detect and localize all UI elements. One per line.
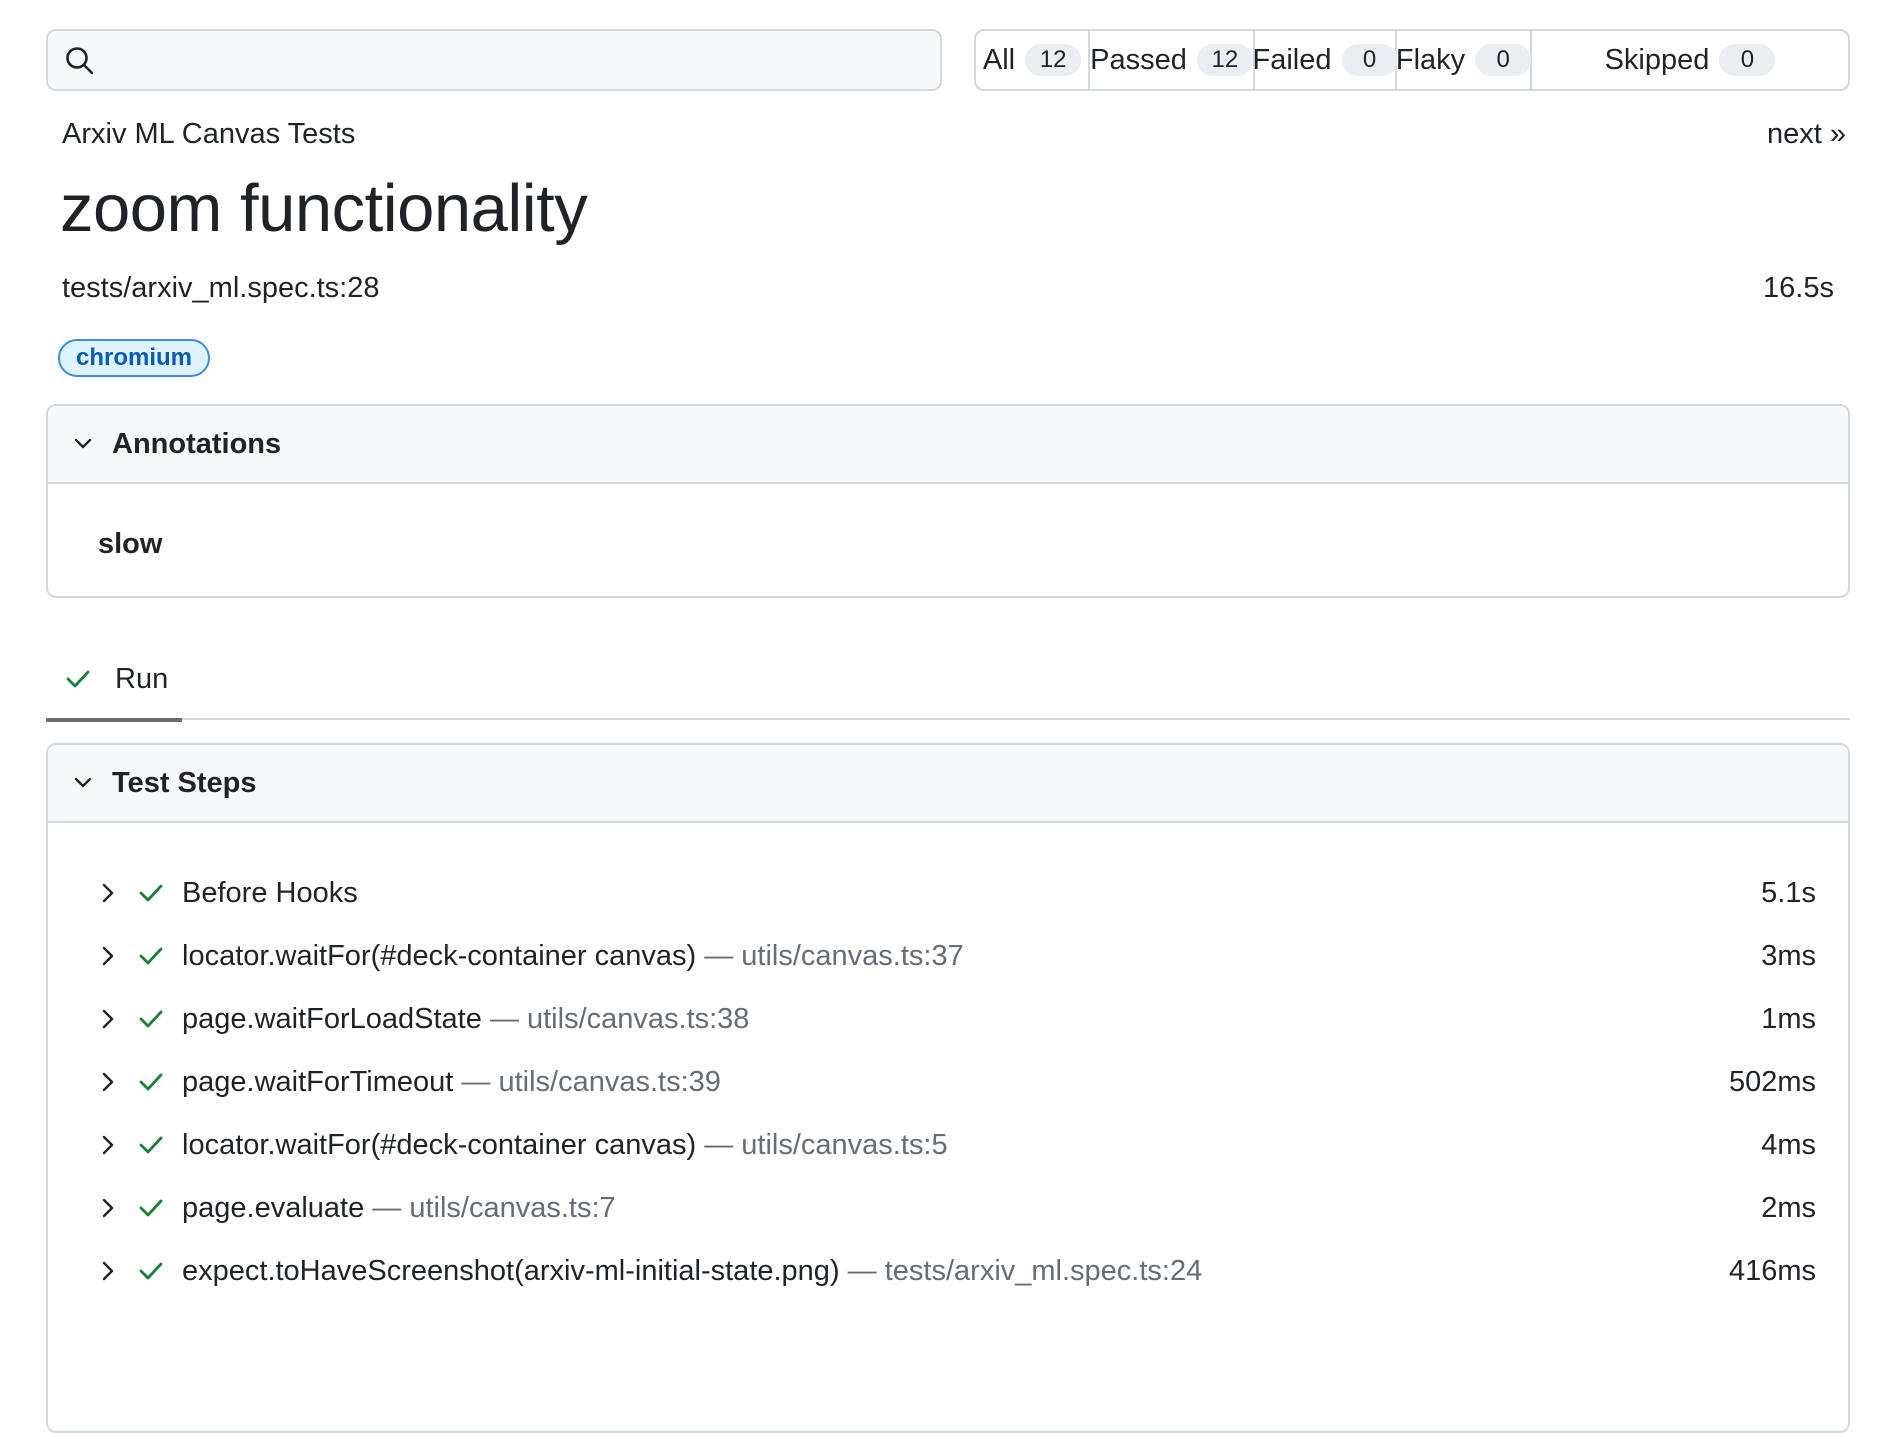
- check-icon: [139, 1262, 163, 1280]
- annotations-panel: Annotations slow: [46, 404, 1850, 598]
- search-icon: [66, 47, 94, 75]
- step-text: Before Hooks: [182, 877, 358, 910]
- step-duration: 5.1s: [1761, 876, 1816, 909]
- step-duration: 416ms: [1728, 1254, 1816, 1287]
- test-step-row[interactable]: expect.toHaveScreenshot(arxiv-ml-initial…: [48, 1241, 1848, 1301]
- check-icon: [139, 884, 163, 902]
- test-location: tests/arxiv_ml.spec.ts:28: [62, 272, 380, 304]
- check-icon: [139, 947, 163, 965]
- test-steps-header[interactable]: Test Steps: [48, 745, 1848, 823]
- step-location: — utils/canvas.ts:5: [704, 1128, 948, 1161]
- step-duration: 3ms: [1761, 939, 1816, 972]
- step-title: expect.toHaveScreenshot(arxiv-ml-initial…: [182, 1254, 840, 1287]
- check-icon: [66, 670, 90, 688]
- step-location: — utils/canvas.ts:39: [461, 1065, 721, 1098]
- search-input[interactable]: [112, 37, 926, 85]
- filter-label: Flaky: [1395, 43, 1466, 76]
- chevron-right-icon: [102, 1198, 114, 1218]
- step-title: page.waitForLoadState: [182, 1002, 482, 1035]
- status-filter-bar: All 12 Passed 12 Failed 0 Flaky 0 Skippe…: [974, 29, 1850, 91]
- test-duration: 16.5s: [1763, 272, 1834, 304]
- step-location: — utils/canvas.ts:38: [489, 1002, 750, 1035]
- step-duration: 502ms: [1728, 1065, 1816, 1098]
- step-title: page.waitForTimeout: [182, 1065, 454, 1098]
- chevron-down-icon: [74, 777, 92, 788]
- project-tag[interactable]: chromium: [58, 339, 211, 377]
- test-step-row[interactable]: page.waitForTimeout — utils/canvas.ts:39…: [48, 1052, 1848, 1112]
- step-text: locator.waitFor(#deck-container canvas) …: [182, 1129, 948, 1162]
- chevron-right-icon: [102, 946, 114, 966]
- filter-count: 0: [1719, 44, 1776, 76]
- step-title: page.evaluate: [182, 1191, 365, 1224]
- filter-skipped[interactable]: Skipped 0: [1532, 31, 1848, 89]
- filter-failed[interactable]: Failed 0: [1252, 31, 1398, 89]
- filter-label: Passed: [1090, 43, 1187, 76]
- filter-count: 0: [1475, 44, 1532, 76]
- run-tabs: Run: [46, 640, 1850, 722]
- test-step-row[interactable]: Before Hooks 5.1s: [48, 863, 1848, 923]
- filter-count: 12: [1025, 44, 1082, 76]
- check-icon: [139, 1010, 163, 1028]
- annotations-title: Annotations: [112, 427, 282, 460]
- chevron-down-icon: [74, 438, 92, 449]
- test-step-row[interactable]: page.evaluate — utils/canvas.ts:7 2ms: [48, 1178, 1848, 1238]
- test-step-row[interactable]: locator.waitFor(#deck-container canvas) …: [48, 926, 1848, 986]
- check-icon: [139, 1136, 163, 1154]
- test-steps-title: Test Steps: [112, 766, 257, 799]
- test-step-row[interactable]: locator.waitFor(#deck-container canvas) …: [48, 1115, 1848, 1175]
- filter-passed[interactable]: Passed 12: [1090, 31, 1255, 89]
- project-name: Arxiv ML Canvas Tests: [62, 118, 356, 150]
- step-location: — tests/arxiv_ml.spec.ts:24: [847, 1254, 1203, 1287]
- next-link[interactable]: next »: [1767, 118, 1846, 151]
- step-title: locator.waitFor(#deck-container canvas): [182, 1128, 697, 1161]
- step-text: page.waitForTimeout — utils/canvas.ts:39: [182, 1066, 721, 1099]
- filter-count: 12: [1196, 44, 1253, 76]
- filter-flaky[interactable]: Flaky 0: [1395, 31, 1532, 89]
- annotations-header[interactable]: Annotations: [48, 406, 1848, 484]
- step-duration: 1ms: [1761, 1002, 1816, 1035]
- step-text: page.waitForLoadState — utils/canvas.ts:…: [182, 1003, 749, 1036]
- filter-label: Skipped: [1604, 43, 1710, 76]
- chevron-right-icon: [102, 883, 114, 903]
- step-location: — utils/canvas.ts:37: [704, 939, 964, 972]
- search-bar[interactable]: [46, 29, 942, 91]
- check-icon: [139, 1073, 163, 1091]
- step-text: locator.waitFor(#deck-container canvas) …: [182, 940, 964, 973]
- tab-run[interactable]: Run: [46, 640, 182, 722]
- chevron-right-icon: [102, 1261, 114, 1281]
- step-title: Before Hooks: [182, 876, 358, 909]
- annotation-item: slow: [98, 528, 163, 560]
- filter-all[interactable]: All 12: [976, 31, 1090, 89]
- test-steps-panel: Test Steps Before Hooks 5.1s locator.wai…: [46, 743, 1850, 1433]
- check-icon: [139, 1199, 163, 1217]
- step-location: — utils/canvas.ts:7: [372, 1191, 616, 1224]
- step-duration: 2ms: [1761, 1191, 1816, 1224]
- step-text: page.evaluate — utils/canvas.ts:7: [182, 1192, 616, 1225]
- step-duration: 4ms: [1761, 1128, 1816, 1161]
- chevron-right-icon: [102, 1135, 114, 1155]
- filter-count: 0: [1341, 44, 1398, 76]
- test-title: zoom functionality: [60, 171, 588, 246]
- chevron-right-icon: [102, 1072, 114, 1092]
- step-title: locator.waitFor(#deck-container canvas): [182, 939, 697, 972]
- filter-label: Failed: [1252, 43, 1332, 76]
- tab-label: Run: [115, 662, 169, 695]
- test-step-row[interactable]: page.waitForLoadState — utils/canvas.ts:…: [48, 989, 1848, 1049]
- filter-label: All: [982, 43, 1016, 76]
- step-text: expect.toHaveScreenshot(arxiv-ml-initial…: [182, 1255, 1202, 1288]
- chevron-right-icon: [102, 1009, 114, 1029]
